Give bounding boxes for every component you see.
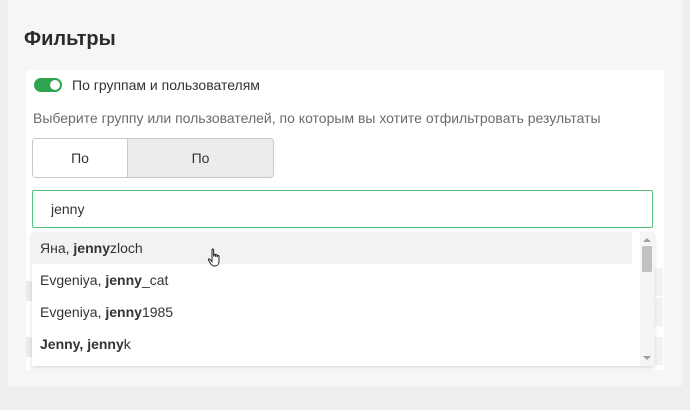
user-search-input[interactable] (51, 201, 631, 217)
filter-hint: Выберите группу или пользователей, по ко… (33, 110, 601, 126)
suggestion-match: Jenny, jenny (40, 336, 124, 352)
suggestion-item[interactable]: Яна, jennyzloch (32, 232, 632, 264)
dropdown-scrollbar[interactable] (640, 232, 654, 366)
page-title: Фильтры (24, 28, 116, 50)
groups-users-toggle-row[interactable]: По группам и пользователям (34, 77, 260, 93)
suggestion-rest: k (123, 336, 131, 352)
suggestion-rest: zloch (110, 240, 143, 256)
underlying-row-edge (655, 268, 663, 296)
user-search-field[interactable] (32, 190, 653, 228)
suggestion-match: jenny (105, 304, 142, 320)
suggestion-item[interactable]: Evgeniya, jenny1985 (32, 296, 632, 328)
groups-users-toggle[interactable] (34, 78, 62, 92)
underlying-row-edge (655, 298, 663, 326)
suggestion-rest: 1985 (141, 304, 174, 320)
scroll-up-arrow-icon[interactable] (643, 238, 651, 242)
hand-pointer-cursor-icon (207, 248, 220, 267)
suggestion-item[interactable]: Jenny, jennyk (32, 328, 632, 360)
user-suggestions-dropdown: Яна, jennyzloch Evgeniya, jenny_cat Evge… (32, 232, 654, 366)
toggle-label: По группам и пользователям (72, 77, 260, 93)
suggestion-name: Evgeniya, (40, 272, 106, 288)
suggestion-name: Evgeniya, (40, 304, 106, 320)
suggestion-match: jenny (105, 272, 142, 288)
scroll-down-arrow-icon[interactable] (643, 356, 651, 360)
suggestion-rest: _cat (141, 272, 169, 288)
scrollbar-thumb[interactable] (642, 246, 652, 272)
suggestion-match: jenny (73, 240, 110, 256)
filter-mode-selector: По группе По пользователям (32, 138, 274, 178)
underlying-row-edge (655, 337, 663, 365)
toggle-knob (50, 80, 60, 90)
suggestion-item[interactable]: Evgeniya, jenny_cat (32, 264, 632, 296)
by-group-button[interactable]: По группе (33, 139, 128, 177)
suggestion-name: Яна, (40, 240, 74, 256)
by-users-button[interactable]: По пользователям (128, 139, 273, 177)
